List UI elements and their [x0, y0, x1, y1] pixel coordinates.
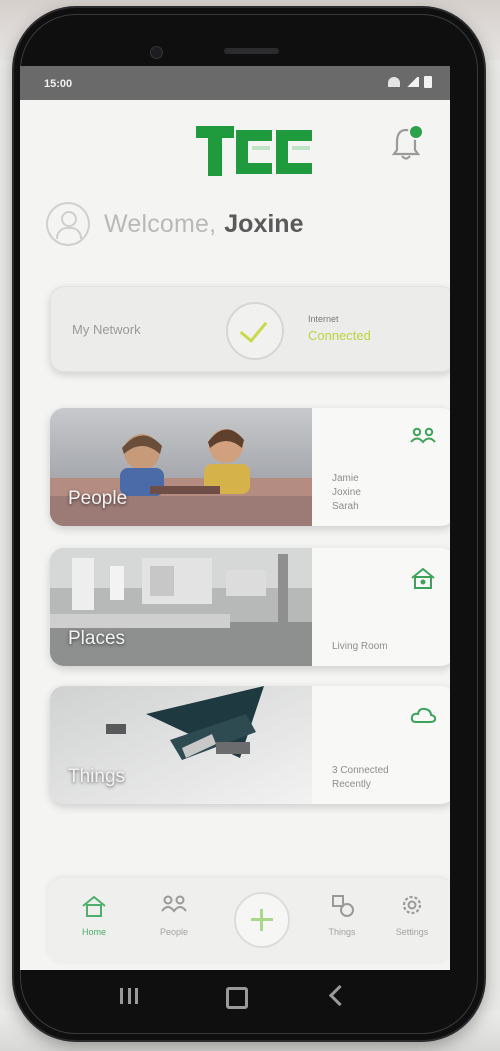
system-back-icon[interactable]: [328, 984, 351, 1007]
system-nav-bar: [20, 970, 450, 1026]
add-button[interactable]: [234, 892, 290, 948]
nav-label-things: Things: [328, 927, 356, 937]
home-icon: [409, 566, 437, 590]
nav-label-people: People: [159, 927, 189, 937]
welcome-greeting: Welcome,: [104, 209, 217, 238]
tcc-logo: [196, 124, 316, 180]
nav-label-settings: Settings: [395, 927, 429, 937]
network-card[interactable]: My Network Internet Connected: [50, 286, 450, 372]
people-card[interactable]: People Jamie Joxine Sarah: [50, 408, 450, 526]
welcome-user-name: Joxine: [224, 209, 304, 238]
people-icon: [161, 895, 187, 913]
status-time: 15:00: [44, 78, 73, 90]
places-card[interactable]: Places Living Room: [50, 548, 450, 666]
things-card-title: Things: [68, 766, 126, 787]
cloud-icon: [409, 704, 437, 728]
things-list: 3 Connected Recently: [332, 764, 389, 792]
nav-things[interactable]: Things: [310, 892, 374, 937]
system-home-icon[interactable]: [226, 987, 248, 1009]
things-icon: [332, 895, 354, 917]
nav-settings[interactable]: Settings: [380, 892, 444, 937]
people-list-item: Joxine: [332, 487, 361, 498]
app-screen: 15:00 Welcome, Joxine My Network Interne…: [20, 66, 450, 970]
things-list-item: Recently: [332, 779, 371, 790]
status-icons: [388, 76, 432, 88]
network-label: My Network: [72, 322, 141, 337]
people-photo: People: [50, 408, 312, 526]
signal-icon: [405, 77, 419, 87]
battery-icon: [424, 76, 432, 88]
things-photo: Things: [50, 686, 312, 804]
gear-icon: [402, 895, 422, 915]
people-list-item: Jamie: [332, 473, 359, 484]
network-status: Connected: [308, 328, 371, 343]
bottom-nav: Home People Things Settings: [48, 878, 450, 962]
earpiece-speaker: [224, 48, 279, 54]
nav-people[interactable]: People: [142, 892, 206, 937]
welcome-row: Welcome, Joxine: [46, 194, 303, 254]
places-list-item: Living Room: [332, 641, 388, 652]
things-card[interactable]: Things 3 Connected Recently: [50, 686, 450, 804]
people-card-title: People: [68, 488, 128, 509]
front-camera: [150, 46, 163, 59]
wifi-icon: [388, 77, 400, 87]
notification-bell-icon[interactable]: [390, 124, 424, 162]
nav-label-home: Home: [81, 927, 106, 937]
avatar-icon[interactable]: [46, 202, 90, 246]
status-bar: 15:00: [20, 66, 450, 100]
things-list-item: 3 Connected: [332, 765, 389, 776]
network-check-icon: [226, 302, 284, 360]
places-card-title: Places: [68, 628, 126, 649]
people-icon: [409, 426, 437, 450]
places-list: Living Room: [332, 640, 388, 654]
people-list: Jamie Joxine Sarah: [332, 472, 361, 514]
people-list-item: Sarah: [332, 501, 359, 512]
places-photo: Places: [50, 548, 312, 666]
network-internet-label: Internet: [308, 314, 339, 324]
notification-dot: [408, 124, 424, 140]
nav-home[interactable]: Home: [62, 892, 126, 937]
recent-apps-icon[interactable]: [120, 988, 138, 1004]
home-icon: [82, 895, 106, 917]
